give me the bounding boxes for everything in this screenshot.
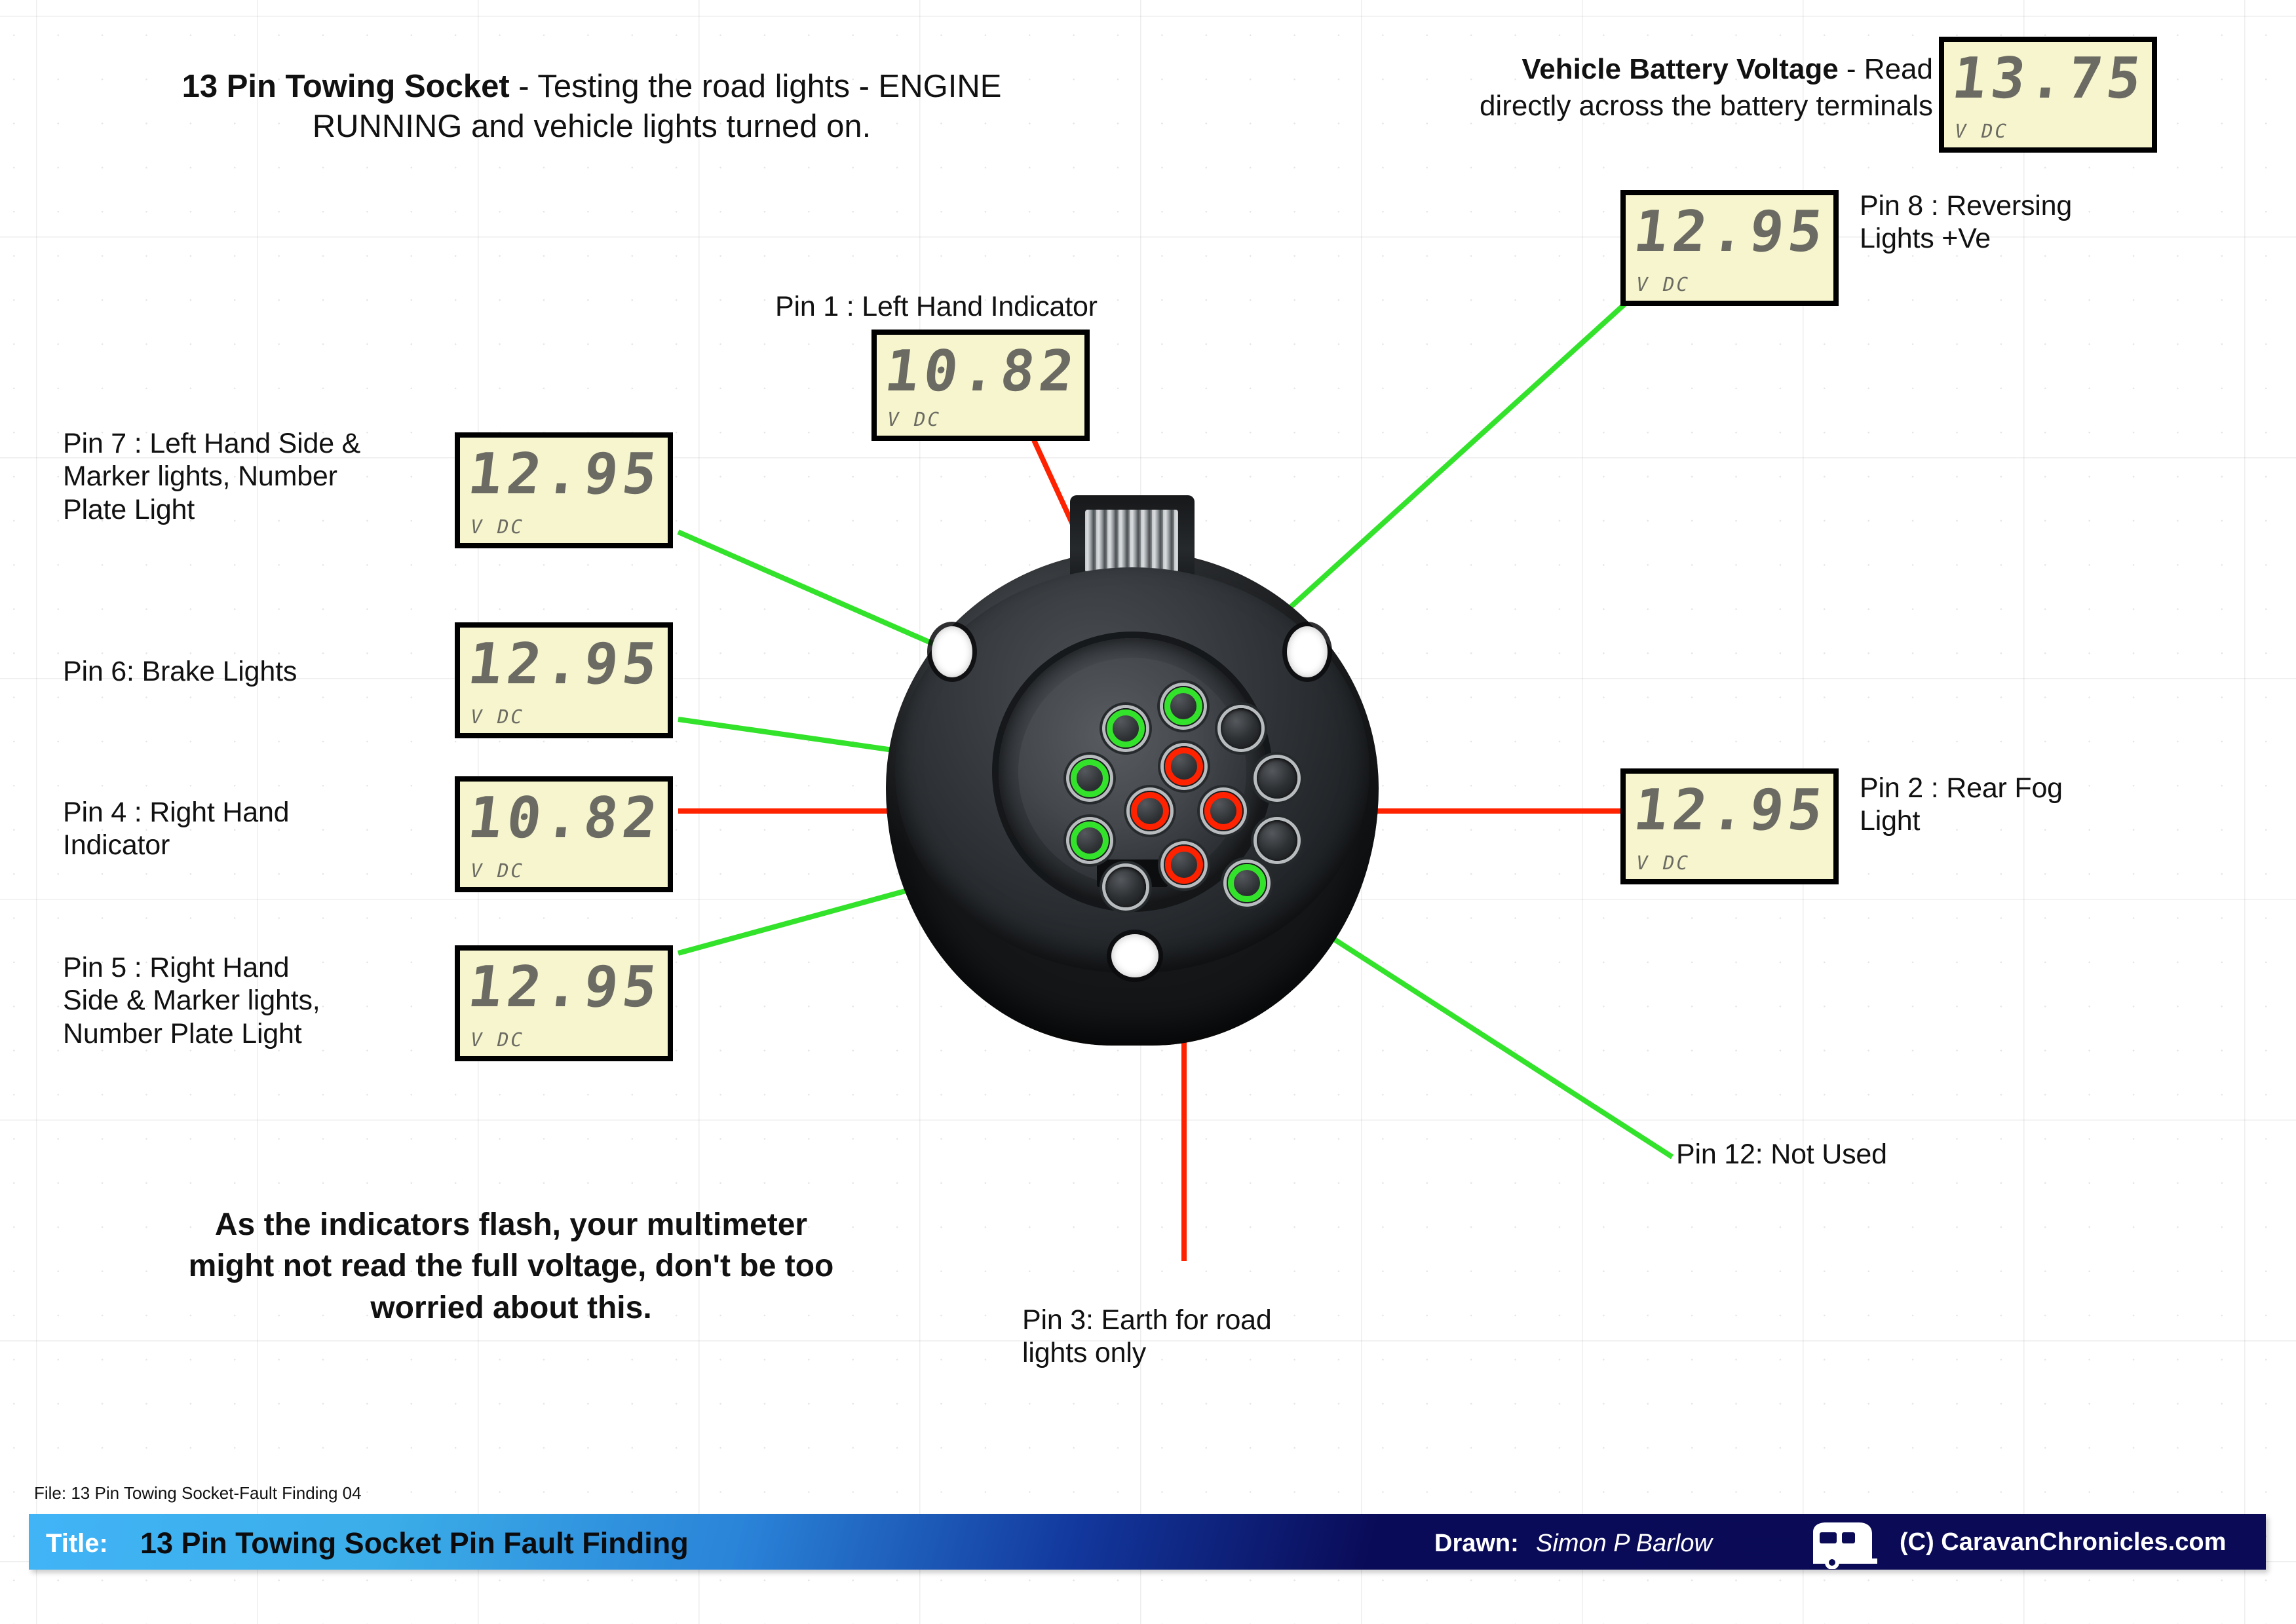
pin-marker-4	[1131, 792, 1169, 830]
label-pin5-line2: Side & Marker lights,	[63, 985, 320, 1017]
lcd-pin2-units: V DC	[1634, 852, 1693, 874]
page-title-rest: - Testing the road lights - ENGINE	[509, 69, 1002, 104]
page-title: 13 Pin Towing Socket - Testing the road …	[71, 67, 1113, 147]
pin-hole-10	[1257, 758, 1297, 799]
lcd-battery-value: 13.75	[1948, 46, 2150, 111]
lcd-pin1: 10.82 V DC	[871, 330, 1090, 441]
pin-hole-9	[1221, 708, 1261, 749]
label-pin2-line1: Pin 2 : Rear Fog	[1860, 772, 2063, 804]
label-pin6: Pin 6: Brake Lights	[63, 655, 469, 688]
lcd-pin1-value: 10.82	[881, 339, 1082, 404]
mounting-hole-bottom	[1111, 934, 1158, 977]
indicator-note-line2: might not read the full voltage, don't b…	[188, 1249, 834, 1284]
mounting-hole-left	[932, 626, 972, 677]
label-pin1-text: Pin 1 : Left Hand Indicator	[775, 291, 1098, 322]
label-pin3-line2: lights only	[1022, 1337, 1147, 1369]
label-pin4-line1: Pin 4 : Right Hand	[63, 797, 290, 828]
label-pin5-line1: Pin 5 : Right Hand	[63, 952, 290, 983]
file-note: File: 13 Pin Towing Socket-Fault Finding…	[34, 1483, 362, 1503]
battery-label-bold: Vehicle Battery Voltage	[1521, 53, 1839, 85]
label-pin2-line2: Light	[1860, 805, 1921, 837]
label-pin4-line2: Indicator	[63, 829, 170, 861]
caravan-icon	[1813, 1522, 1877, 1569]
pin-marker-3	[1165, 846, 1203, 884]
label-pin8-line2: Lights +Ve	[1860, 223, 1991, 255]
battery-label-line2: directly across the battery terminals	[1479, 90, 1933, 123]
lcd-pin6: 12.95 V DC	[455, 622, 673, 738]
pin-hole-11	[1257, 820, 1297, 861]
indicator-note: As the indicators flash, your multimeter…	[105, 1204, 917, 1329]
indicator-note-line3: worried about this.	[370, 1290, 652, 1325]
lcd-pin4-value: 10.82	[464, 785, 666, 851]
pin-marker-8	[1164, 687, 1202, 725]
lcd-pin8: 12.95 V DC	[1620, 190, 1839, 306]
lcd-pin7-value: 12.95	[464, 442, 666, 507]
label-pin2: Pin 2 : Rear Fog Light	[1860, 772, 2296, 838]
lcd-pin4: 10.82 V DC	[455, 776, 673, 892]
indicator-note-line1: As the indicators flash, your multimeter	[214, 1207, 808, 1242]
label-pin7-line3: Plate Light	[63, 493, 195, 525]
label-pin7-line2: Marker lights, Number	[63, 461, 337, 493]
lcd-pin2: 12.95 V DC	[1620, 768, 1839, 884]
label-pin8: Pin 8 : Reversing Lights +Ve	[1860, 189, 2296, 255]
footer-drawn-value: Simon P Barlow	[1536, 1530, 1712, 1557]
lcd-pin7-units: V DC	[468, 516, 527, 538]
battery-voltage-label: Vehicle Battery Voltage - Read directly …	[1311, 51, 1933, 125]
footer-title-label: Title:	[46, 1529, 108, 1558]
label-pin8-line1: Pin 8 : Reversing	[1860, 190, 2073, 221]
label-pin6-text: Pin 6: Brake Lights	[63, 656, 297, 687]
label-pin5-line3: Number Plate Light	[63, 1017, 302, 1049]
lcd-battery: 13.75 V DC	[1939, 37, 2157, 153]
pin-marker-1	[1165, 747, 1203, 785]
label-pin7: Pin 7 : Left Hand Side & Marker lights, …	[63, 427, 469, 526]
label-pin12-text: Pin 12: Not Used	[1676, 1139, 1887, 1170]
lcd-pin7: 12.95 V DC	[455, 432, 673, 548]
label-pin4: Pin 4 : Right Hand Indicator	[63, 796, 469, 862]
lcd-pin1-units: V DC	[885, 408, 944, 430]
battery-label-rest: - Read	[1838, 53, 1933, 85]
label-pin3-line1: Pin 3: Earth for road	[1022, 1304, 1272, 1336]
label-pin5: Pin 5 : Right Hand Side & Marker lights,…	[63, 951, 469, 1050]
footer-title-block: Title: 13 Pin Towing Socket Pin Fault Fi…	[29, 1514, 2266, 1570]
lcd-pin4-units: V DC	[468, 859, 527, 882]
lcd-pin6-value: 12.95	[464, 632, 666, 697]
socket-spring	[1085, 510, 1178, 573]
pin-marker-2	[1204, 792, 1242, 830]
label-pin3: Pin 3: Earth for road lights only	[1022, 1304, 1481, 1370]
label-pin1: Pin 1 : Left Hand Indicator	[775, 290, 1234, 323]
footer-drawn-label: Drawn:	[1434, 1530, 1519, 1557]
lcd-pin5-value: 12.95	[464, 954, 666, 1020]
pin-marker-6	[1071, 759, 1109, 797]
footer-copyright: (C) CaravanChronicles.com	[1900, 1528, 2227, 1556]
towing-socket-image	[886, 495, 1379, 1046]
lcd-pin2-value: 12.95	[1630, 778, 1831, 843]
label-pin12: Pin 12: Not Used	[1676, 1138, 2135, 1171]
lcd-pin5-units: V DC	[468, 1029, 527, 1051]
lcd-pin5: 12.95 V DC	[455, 945, 673, 1061]
label-pin7-line1: Pin 7 : Left Hand Side &	[63, 428, 361, 459]
lcd-pin6-units: V DC	[468, 706, 527, 728]
pin-hole-13	[1105, 867, 1146, 907]
pin-marker-5	[1071, 821, 1109, 859]
pin-marker-12	[1228, 864, 1266, 902]
lcd-pin8-value: 12.95	[1630, 199, 1831, 265]
footer-title-value: 13 Pin Towing Socket Pin Fault Finding	[140, 1526, 689, 1560]
page-title-bold: 13 Pin Towing Socket	[182, 69, 510, 104]
mounting-hole-right	[1287, 626, 1328, 677]
lcd-battery-units: V DC	[1952, 120, 2011, 142]
pin-marker-7	[1107, 709, 1145, 747]
page-title-line2: RUNNING and vehicle lights turned on.	[312, 108, 871, 144]
lcd-pin8-units: V DC	[1634, 273, 1693, 295]
socket-pin-face	[1018, 658, 1246, 886]
diagram-canvas: 13 Pin Towing Socket - Testing the road …	[0, 0, 2296, 1624]
